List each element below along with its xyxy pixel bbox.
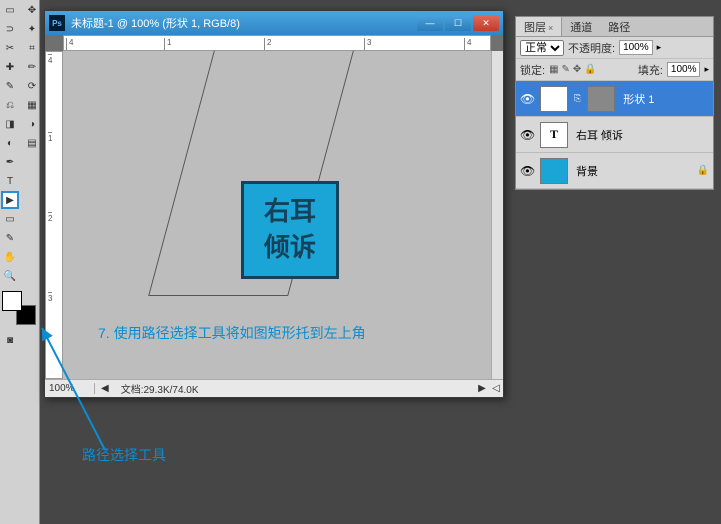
layer-row-shape1[interactable]: 👁 ⎘ 形状 1 [516,81,713,117]
tool-marquee[interactable]: ▭ [1,1,19,19]
canvas[interactable]: 右耳 倾诉 7. 使用路径选择工具将如图矩形托到左上角 [63,51,491,379]
layer-row-background[interactable]: 👁 背景 🔒 [516,153,713,189]
tool-path-selection[interactable]: ▶ [1,191,19,209]
tool-wand[interactable]: ✦ [23,20,41,38]
tool-pen[interactable]: ✒ [1,153,19,171]
text-layer-icon[interactable]: T [540,122,568,148]
zoom-level[interactable]: 100% [45,383,95,394]
tool-dodge[interactable]: ◑ [23,115,41,133]
tab-layers[interactable]: 图层× [516,17,562,36]
visibility-icon[interactable]: 👁 [520,164,534,178]
visibility-icon[interactable]: 👁 [520,92,534,106]
tool-notes[interactable]: ▤ [23,134,41,152]
bluebox-text-1: 右耳 [264,194,316,230]
vector-mask-thumb[interactable] [587,86,615,112]
layer-thumb[interactable] [540,158,568,184]
layers-panel: 图层× 通道 路径 正常 不透明度: 100% ▸ 锁定: ▦ ✎ ✥ 🔒 填充… [515,16,714,190]
tool-lasso[interactable]: ⊃ [1,20,19,38]
tool-move[interactable]: ✥ [23,1,41,19]
layers-list: 👁 ⎘ 形状 1 👁 T 右耳 倾诉 👁 背景 🔒 [516,81,713,189]
ruler-tick: 4 [464,38,471,51]
ruler-tick: 1 [164,38,171,51]
titlebar[interactable]: Ps 未标题-1 @ 100% (形状 1, RGB/8) — ☐ ✕ [45,11,503,35]
tool-slice[interactable]: ⌗ [23,39,41,57]
tool-rectangle[interactable]: ▭ [1,210,19,228]
link-icon: ⎘ [574,93,581,104]
fg-bg-colors[interactable] [2,291,36,325]
tab-paths[interactable]: 路径 [600,17,638,36]
bluebox-text-2: 倾诉 [264,230,316,266]
fill-value[interactable]: 100% [667,62,701,77]
fill-arrow-icon[interactable]: ▸ [704,64,709,75]
close-button[interactable]: ✕ [473,15,499,31]
opacity-value[interactable]: 100% [619,40,653,55]
opacity-arrow-icon[interactable]: ▸ [657,42,662,53]
ruler-horizontal[interactable]: 4 1 2 3 4 [63,35,491,51]
fg-color-swatch[interactable] [2,291,22,311]
ruler-tick: 2 [264,38,271,51]
fill-label: 填充: [638,62,663,78]
tool-pencil[interactable]: ✏ [23,58,41,76]
tool-blur[interactable]: ◐ [1,134,19,152]
toolbox: ▭ ⊃ ✂ ✚ ✎ ⎌ ◨ ◐ ✒ T ▶ ▭ ✎ ✋ 🔍 ◙ ✥ ✦ ⌗ ✏ … [0,0,40,524]
tool-zoom[interactable]: 🔍 [1,267,19,285]
doc-size: 文档:29.3K/74.0K [115,381,475,396]
ruler-tick: 1 [48,132,52,143]
tool-stamp[interactable]: ⎌ [1,96,19,114]
tab-label: 图层 [524,22,546,34]
tool-heal[interactable]: ✚ [1,58,19,76]
tool-brush[interactable]: ✎ [1,77,19,95]
panel-tabs: 图层× 通道 路径 [516,17,713,37]
layer-name[interactable]: 背景 [574,163,691,179]
statusbar: 100% ◀ 文档:29.3K/74.0K ▶ ◁ [45,379,503,397]
layer-thumb[interactable] [540,86,568,112]
opacity-label: 不透明度: [568,40,615,56]
maximize-button[interactable]: ☐ [445,15,471,31]
window-title: 未标题-1 @ 100% (形状 1, RGB/8) [71,15,417,31]
statusbar-next-icon[interactable]: ▶ [475,383,489,394]
visibility-icon[interactable]: 👁 [520,128,534,142]
layer-row-text[interactable]: 👁 T 右耳 倾诉 [516,117,713,153]
ruler-tick: 3 [364,38,371,51]
scroll-left-icon[interactable]: ◁ [489,383,503,394]
vertical-scrollbar[interactable] [491,51,503,379]
blend-mode-select[interactable]: 正常 [520,40,564,56]
ps-icon: Ps [49,15,65,31]
tool-eyedropper[interactable]: ✎ [1,229,19,247]
tool-crop[interactable]: ✂ [1,39,19,57]
lock-icon: 🔒 [697,165,709,176]
tool-hand[interactable]: ✋ [1,248,19,266]
lock-paint-icon[interactable]: ✎ [562,64,570,75]
ruler-tick: 4 [66,38,73,51]
tool-gradient[interactable]: ▦ [23,96,41,114]
tab-channels[interactable]: 通道 [562,17,600,36]
layer-name[interactable]: 形状 1 [621,91,709,107]
lock-transparency-icon[interactable]: ▦ [549,64,558,75]
ruler-tick: 4 [48,54,52,65]
ruler-tick: 3 [48,292,52,303]
minimize-button[interactable]: — [417,15,443,31]
lock-all-icon[interactable]: 🔒 [584,64,596,75]
tool-eraser[interactable]: ◨ [1,115,19,133]
close-tab-icon[interactable]: × [548,23,553,33]
lock-move-icon[interactable]: ✥ [573,64,581,75]
tool-history[interactable]: ⟳ [23,77,41,95]
blue-rectangle[interactable]: 右耳 倾诉 [241,181,339,279]
tool-annotation-label: 路径选择工具 [82,445,166,465]
tool-quickmask[interactable]: ◙ [1,331,19,349]
step-annotation: 7. 使用路径选择工具将如图矩形托到左上角 [98,323,366,343]
layer-name[interactable]: 右耳 倾诉 [574,127,709,143]
lock-label: 锁定: [520,62,545,78]
document-window: Ps 未标题-1 @ 100% (形状 1, RGB/8) — ☐ ✕ 4 1 … [44,10,504,398]
ruler-vertical[interactable]: 4 1 2 3 [45,51,63,379]
statusbar-prev-icon[interactable]: ◀ [95,383,115,394]
tool-type[interactable]: T [1,172,19,190]
ruler-tick: 2 [48,212,52,223]
